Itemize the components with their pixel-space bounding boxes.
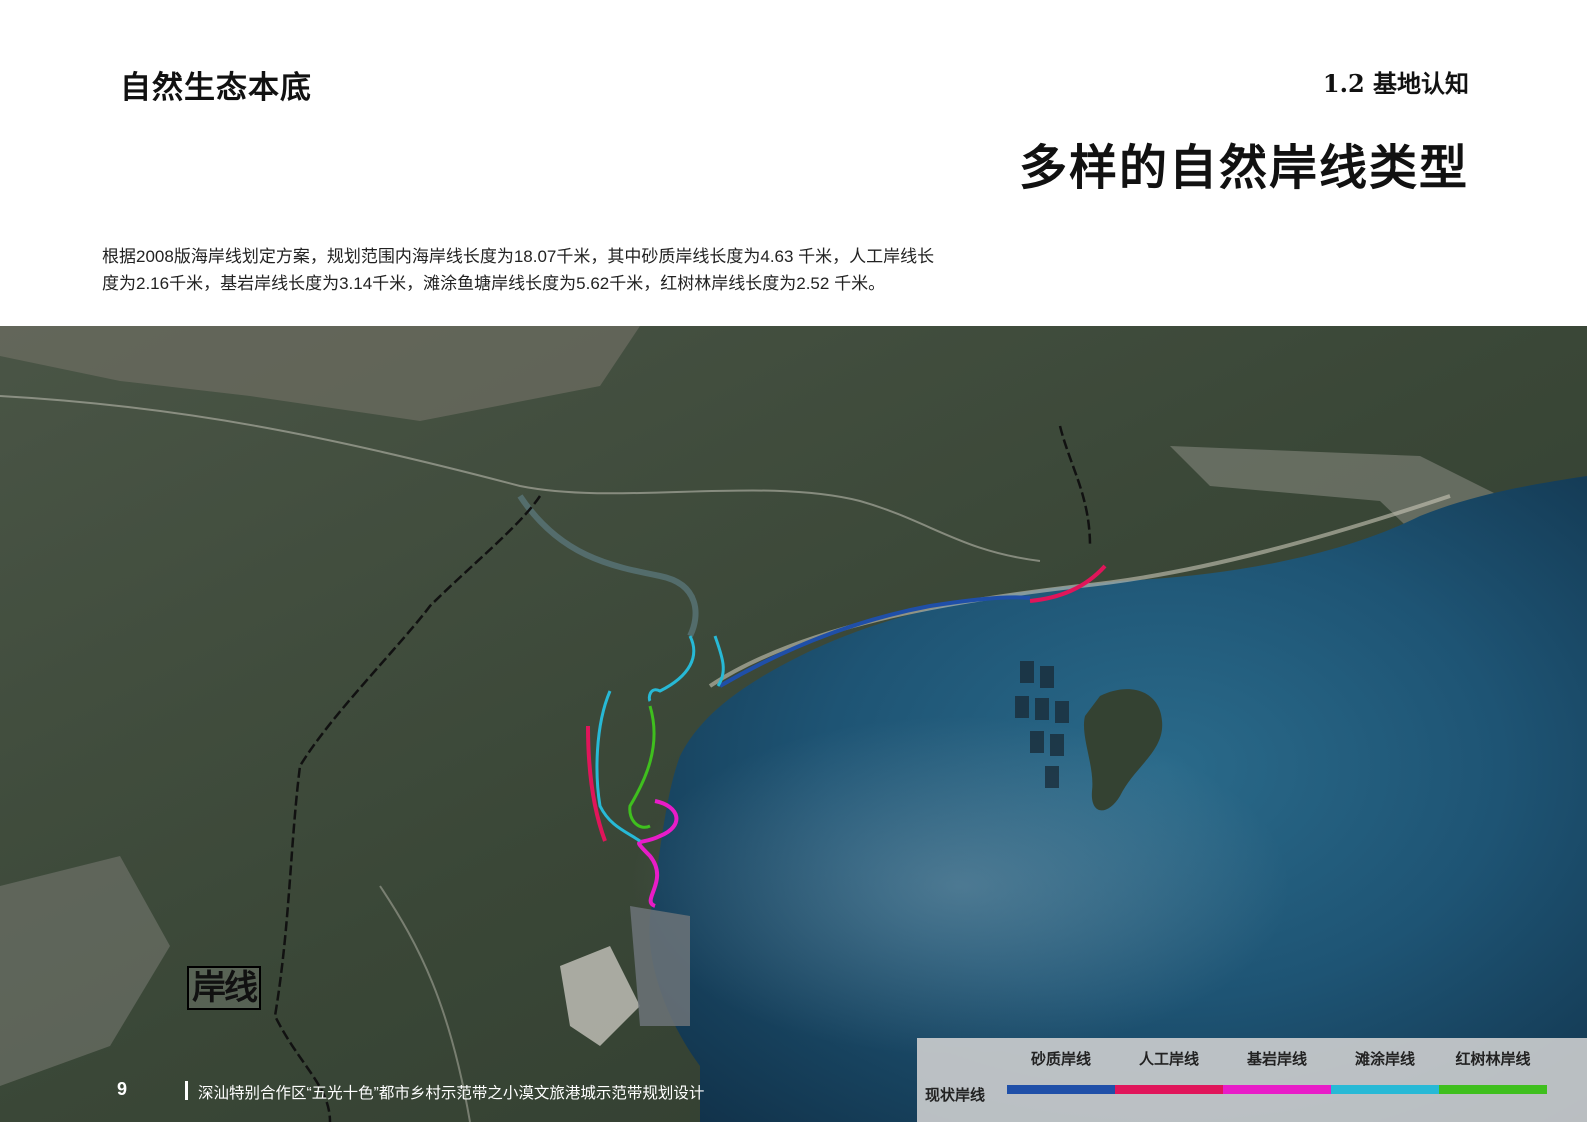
intro-line-1: 根据2008版海岸线划定方案，规划范围内海岸线长度为18.07千米，其中砂质岸线…	[102, 247, 935, 266]
satellite-map: 岸线	[0, 326, 1587, 1122]
legend-item-mangrove: 红树林岸线	[1439, 1048, 1547, 1094]
coastline-legend: 现状岸线 砂质岸线 人工岸线 基岩岸线 滩涂岸线 红树林岸线	[917, 1038, 1587, 1122]
legend-label: 红树林岸线	[1455, 1051, 1531, 1068]
legend-label: 砂质岸线	[1030, 1051, 1091, 1068]
page-number: 9	[117, 1079, 128, 1099]
legend-swatch	[1331, 1085, 1439, 1094]
legend-swatch	[1439, 1085, 1547, 1094]
legend-item-sandy: 砂质岸线	[1007, 1048, 1115, 1094]
footer-divider	[185, 1081, 188, 1100]
legend-title: 现状岸线	[925, 1087, 986, 1104]
legend-swatch	[1007, 1085, 1115, 1094]
water-haze	[630, 716, 1290, 1056]
section-number: 1.2 基地认知	[1322, 69, 1469, 98]
section-title: 自然生态本底	[120, 70, 312, 106]
legend-label: 人工岸线	[1138, 1051, 1199, 1068]
coastline-stamp: 岸线	[187, 966, 261, 1010]
intro-paragraph: 根据2008版海岸线划定方案，规划范围内海岸线长度为18.07千米，其中砂质岸线…	[102, 243, 1042, 297]
legend-item-tidal-flat: 滩涂岸线	[1331, 1048, 1439, 1094]
legend-swatch	[1223, 1085, 1331, 1094]
page-heading: 多样的自然岸线类型	[1018, 140, 1469, 196]
footer-project-title: 深汕特别合作区“五光十色”都市乡村示范带之小漠文旅港城示范带规划设计	[198, 1085, 705, 1102]
intro-line-2: 度为2.16千米，基岩岸线长度为3.14千米，滩涂鱼塘岸线长度为5.62千米，红…	[102, 274, 886, 293]
legend-label: 滩涂岸线	[1354, 1051, 1415, 1068]
legend-swatch	[1115, 1085, 1223, 1094]
port-terminal	[630, 906, 690, 1026]
legend-item-bedrock: 基岩岸线	[1223, 1048, 1331, 1094]
legend-item-artificial: 人工岸线	[1115, 1048, 1223, 1094]
legend-label: 基岩岸线	[1246, 1051, 1307, 1068]
